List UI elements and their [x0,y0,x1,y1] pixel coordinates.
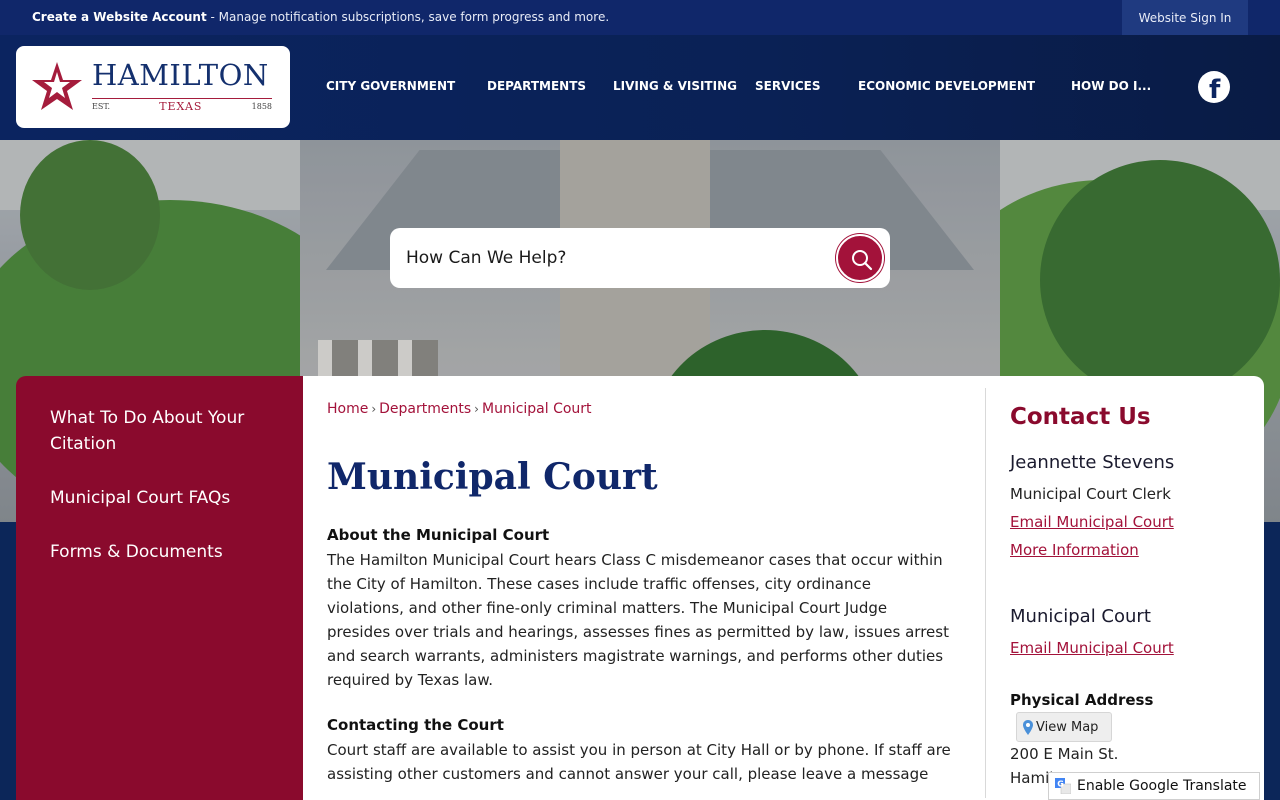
nav-living-visiting[interactable]: LIVING & VISITING [613,79,737,93]
email-court-link[interactable]: Email Municipal Court [1010,639,1174,657]
create-account-description: - Manage notification subscriptions, sav… [206,10,610,24]
breadcrumb-home[interactable]: Home [327,401,368,417]
logo-tagline: EST. TEXAS 1858 [92,98,272,113]
page-title: Municipal Court [327,456,658,498]
search-icon [852,250,873,271]
view-map-label: View Map [1036,719,1099,735]
site-header: HAMILTON EST. TEXAS 1858 CITY GOVERNMENT… [0,35,1280,140]
logo-year: 1858 [251,102,272,111]
map-pin-icon [1023,719,1033,735]
sidebar-item-forms[interactable]: Forms & Documents [50,539,280,565]
sign-in-button[interactable]: Website Sign In [1122,0,1248,35]
main-content: Home › Departments › Municipal Court Municip… [303,376,1264,800]
section-body-contacting: Court staff are available to assist you … [327,741,951,783]
svg-text:G: G [1057,779,1064,788]
create-account-message: Create a Website Account - Manage notifi… [32,10,609,24]
facebook-icon[interactable]: f [1198,71,1230,105]
nav-how-do-i[interactable]: HOW DO I... [1071,79,1151,93]
more-information-link[interactable]: More Information [1010,541,1139,559]
create-account-link[interactable]: Create a Website Account [32,10,207,24]
contact-person-role: Municipal Court Clerk [1010,485,1171,503]
google-translate-button[interactable]: G Enable Google Translate [1048,772,1260,800]
sidebar-nav: What To Do About Your Citation Municipal… [16,376,303,800]
nav-city-government[interactable]: CITY GOVERNMENT [326,79,455,93]
section-heading-contacting: Contacting the Court [327,716,504,734]
breadcrumb-separator: › [371,402,377,416]
logo-state: TEXAS [159,100,203,113]
view-map-button[interactable]: View Map [1016,712,1112,742]
utility-bar: Create a Website Account - Manage notifi… [0,0,1280,35]
search-input[interactable] [406,238,826,278]
column-divider [985,388,986,798]
logo-est: EST. [92,102,111,111]
site-search [390,228,890,288]
breadcrumb-municipal-court[interactable]: Municipal Court [482,401,592,417]
contact-person-name: Jeannette Stevens [1010,452,1175,473]
breadcrumb: Home › Departments › Municipal Court [327,401,592,417]
contact-heading: Contact Us [1010,404,1151,430]
breadcrumb-separator: › [474,402,479,416]
star-logo-icon [32,62,82,110]
google-translate-icon: G [1055,778,1071,794]
physical-address-label: Physical Address [1010,691,1154,709]
logo-name: HAMILTON [92,58,269,92]
site-logo[interactable]: HAMILTON EST. TEXAS 1858 [16,46,290,128]
nav-economic-development[interactable]: ECONOMIC DEVELOPMENT [858,79,1035,93]
google-translate-label: Enable Google Translate [1077,778,1247,794]
address-line-1: 200 E Main St. [1010,745,1119,763]
search-button[interactable] [836,234,884,282]
breadcrumb-departments[interactable]: Departments [379,401,471,417]
email-clerk-link[interactable]: Email Municipal Court [1010,513,1174,531]
section-body-about: The Hamilton Municipal Court hears Class… [327,551,949,689]
sidebar-item-faqs[interactable]: Municipal Court FAQs [50,485,280,511]
nav-departments[interactable]: DEPARTMENTS [487,79,586,93]
nav-services[interactable]: SERVICES [755,79,820,93]
contact-office-name: Municipal Court [1010,606,1151,627]
section-heading-about: About the Municipal Court [327,526,550,544]
sidebar-item-citation[interactable]: What To Do About Your Citation [50,405,280,457]
